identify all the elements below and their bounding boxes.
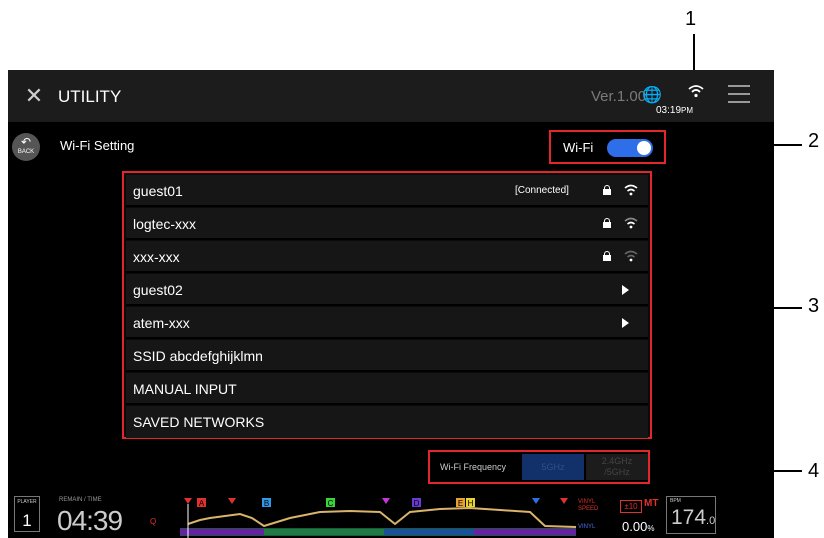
bpm-display: BPM 174.0 — [666, 496, 716, 534]
wifi-status-icon — [688, 85, 704, 98]
back-label: BACK — [17, 149, 35, 155]
wifi-frequency-group: Wi-Fi Frequency 5GHz 2.4GHz /5GHz — [428, 450, 650, 484]
frequency-5ghz-button[interactable]: 5GHz — [522, 454, 584, 480]
hamburger-line — [728, 85, 750, 87]
memory-cue-marker — [184, 498, 192, 504]
network-row-guest02[interactable]: guest02 — [126, 274, 648, 306]
wifi-signal-weak-icon — [624, 250, 638, 262]
lock-icon — [603, 185, 611, 195]
manual-input-row[interactable]: MANUAL INPUT — [126, 373, 648, 405]
vinyl-speed-line2: SPEED — [578, 506, 599, 512]
bpm-value: 174.0 — [671, 506, 715, 530]
lock-icon — [603, 218, 611, 228]
bpm-decimal: .0 — [706, 515, 716, 527]
menu-button[interactable] — [728, 85, 750, 105]
clock: 03:19PM — [656, 105, 693, 116]
manual-input-label: MANUAL INPUT — [133, 381, 237, 397]
top-bar: ✕ UTILITY Ver.1.00 🌐 03:19PM — [8, 70, 774, 122]
frequency-dual-line2: /5GHz — [604, 467, 630, 477]
wifi-frequency-label: Wi-Fi Frequency — [440, 462, 507, 472]
frequency-dual-line1: 2.4GHz — [601, 456, 633, 466]
wifi-toggle-switch[interactable] — [607, 139, 653, 157]
pitch-range-badge: ±10 — [620, 500, 642, 513]
back-button[interactable]: ↶ BACK — [12, 133, 40, 161]
callout-2: 2 — [808, 130, 820, 152]
toggle-knob — [637, 141, 651, 155]
memory-cue-marker — [382, 498, 390, 504]
player-label: PLAYER — [17, 499, 37, 505]
back-arrow-icon: ↶ — [20, 135, 32, 149]
chevron-right-icon — [622, 318, 629, 328]
hot-cue-h-label: H — [468, 499, 474, 508]
waveform-overview: A B C D E H — [180, 498, 576, 538]
close-icon: ✕ — [24, 83, 44, 108]
network-row-xxx[interactable]: xxx-xxx — [126, 241, 648, 273]
wifi-signal-medium-icon — [624, 217, 638, 229]
pitch-number: 0.00 — [622, 519, 648, 534]
hot-cue-d-label: D — [414, 499, 420, 508]
device-screen: ✕ UTILITY Ver.1.00 🌐 03:19PM ↶ BACK Wi-F… — [8, 70, 774, 538]
player-status-bar: PLAYER 1 REMAIN / TIME 04:39 Q A B C D E… — [8, 488, 774, 538]
quantize-indicator: Q — [150, 517, 157, 526]
hot-cue-e-label: E — [458, 499, 463, 508]
hot-cue-b-label: B — [264, 499, 269, 508]
pitch-value: 0.00% — [622, 519, 654, 534]
network-row-ssid[interactable]: SSID abcdefghijklmn — [126, 340, 648, 372]
lock-icon — [603, 251, 611, 261]
clock-suffix: PM — [681, 106, 694, 115]
waveform-segment — [384, 529, 474, 535]
waveform-segment — [264, 529, 384, 535]
waveform-segment — [474, 529, 576, 535]
clock-time: 03:19 — [656, 105, 682, 116]
network-name: atem-xxx — [133, 315, 190, 331]
network-name: xxx-xxx — [133, 249, 180, 265]
vinyl-speed-label: VINYL SPEED — [578, 499, 598, 513]
player-indicator: PLAYER 1 — [14, 496, 40, 532]
player-number: 1 — [22, 511, 32, 530]
wifi-toggle-group: Wi-Fi — [549, 130, 666, 164]
hamburger-line — [728, 101, 750, 103]
vinyl-speed-line1: VINYL — [578, 499, 596, 505]
hot-cue-a-label: A — [199, 499, 205, 508]
waveform-segment — [180, 529, 264, 535]
network-name: SSID abcdefghijklmn — [133, 348, 263, 364]
version-label: Ver.1.00 — [591, 88, 647, 105]
pitch-unit: % — [647, 524, 655, 533]
memory-cue-marker — [560, 498, 568, 504]
remain-label: REMAIN — [59, 497, 83, 503]
saved-networks-row[interactable]: SAVED NETWORKS — [126, 406, 648, 438]
close-button[interactable]: ✕ — [22, 84, 46, 108]
callout-3: 3 — [808, 295, 820, 317]
remain-time-label: REMAIN / TIME — [59, 497, 102, 503]
waveform-line — [187, 506, 576, 528]
vinyl-mode-label: VINYL — [578, 524, 596, 530]
frequency-dual-button[interactable]: 2.4GHz /5GHz — [586, 454, 648, 480]
network-row-guest01[interactable]: guest01 [Connected] — [126, 175, 648, 207]
chevron-right-icon — [622, 285, 629, 295]
bpm-label: BPM — [670, 498, 681, 504]
memory-cue-marker — [228, 498, 236, 504]
network-name: guest01 — [133, 183, 183, 199]
time-label: TIME — [87, 497, 102, 503]
connection-status: [Connected] — [515, 185, 569, 196]
saved-networks-label: SAVED NETWORKS — [133, 414, 265, 430]
remaining-time: 04:39 — [57, 505, 123, 536]
network-row-atem[interactable]: atem-xxx — [126, 307, 648, 339]
section-title: Wi-Fi Setting — [60, 138, 135, 153]
network-list: guest01 [Connected] logtec-xxx xxx-xxx g… — [122, 171, 652, 439]
callout-4: 4 — [808, 460, 820, 482]
network-row-logtec[interactable]: logtec-xxx — [126, 208, 648, 240]
network-name: logtec-xxx — [133, 216, 197, 232]
wifi-toggle-label: Wi-Fi — [563, 140, 594, 155]
hot-cue-c-label: C — [328, 499, 334, 508]
master-tempo-indicator: MT — [644, 498, 659, 509]
bpm-integer: 174 — [671, 506, 707, 529]
callout-1: 1 — [685, 8, 697, 30]
memory-cue-marker — [532, 498, 540, 504]
hamburger-line — [728, 93, 750, 95]
page-title: UTILITY — [58, 87, 122, 106]
wifi-signal-strong-icon — [624, 184, 638, 196]
network-name: guest02 — [133, 282, 183, 298]
globe-icon: 🌐 — [642, 87, 662, 104]
